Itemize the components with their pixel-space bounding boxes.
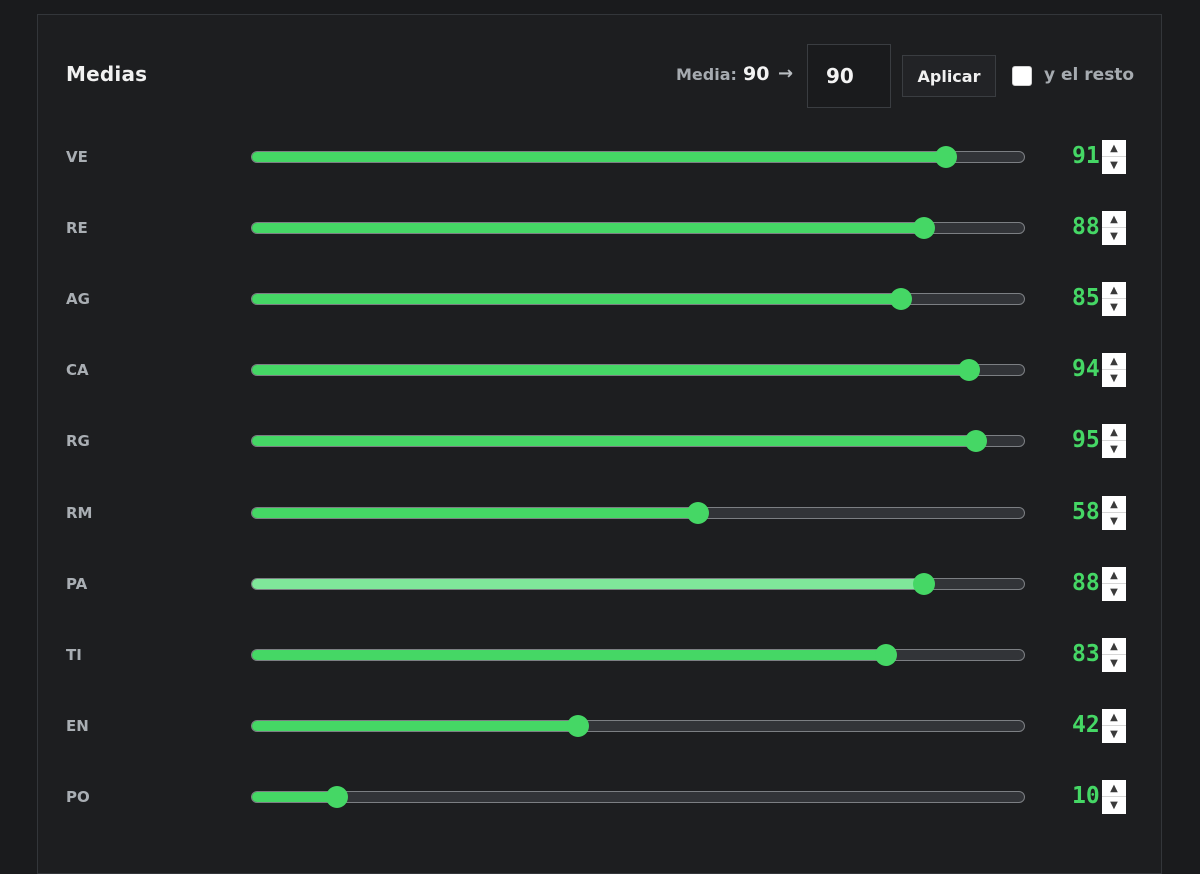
chevron-down-icon[interactable]: ▼ bbox=[1102, 228, 1126, 245]
stat-value-spinner[interactable]: ▲ ▼ bbox=[1102, 353, 1126, 388]
stat-row-rg: RG 95 ▲ ▼ bbox=[0, 421, 1200, 461]
stat-slider-track[interactable] bbox=[251, 577, 1025, 590]
stat-slider-thumb[interactable] bbox=[687, 501, 710, 524]
stat-label: PA bbox=[66, 574, 88, 593]
stat-slider-fill bbox=[252, 791, 330, 802]
chevron-down-icon[interactable]: ▼ bbox=[1102, 513, 1126, 530]
media-current-value: 90 bbox=[743, 63, 770, 85]
stat-slider-fill bbox=[252, 507, 700, 518]
stat-slider-fill bbox=[252, 365, 978, 376]
stat-slider-track[interactable] bbox=[251, 648, 1025, 661]
stat-slider-track[interactable] bbox=[251, 435, 1025, 448]
chevron-up-icon[interactable]: ▲ bbox=[1102, 424, 1126, 442]
stat-value-spinner[interactable]: ▲ ▼ bbox=[1102, 211, 1126, 246]
chevron-down-icon[interactable]: ▼ bbox=[1102, 370, 1126, 387]
stat-value[interactable]: 88 bbox=[1072, 570, 1100, 596]
stat-slider-fill bbox=[252, 720, 577, 731]
stat-slider-track[interactable] bbox=[251, 364, 1025, 377]
stat-value[interactable]: 94 bbox=[1072, 356, 1100, 382]
chevron-down-icon[interactable]: ▼ bbox=[1102, 726, 1126, 743]
chevron-up-icon[interactable]: ▲ bbox=[1102, 638, 1126, 655]
stat-row-ca: CA 94 ▲ ▼ bbox=[0, 350, 1200, 390]
stat-value[interactable]: 10 bbox=[1072, 783, 1100, 809]
chevron-up-icon[interactable]: ▲ bbox=[1102, 567, 1126, 584]
stat-slider-fill bbox=[252, 152, 955, 162]
stat-slider-thumb[interactable] bbox=[935, 146, 958, 168]
stat-slider-thumb[interactable] bbox=[890, 288, 913, 311]
chevron-down-icon[interactable]: ▼ bbox=[1102, 441, 1126, 458]
stat-slider-thumb[interactable] bbox=[912, 217, 935, 240]
stat-value-spinner[interactable]: ▲ ▼ bbox=[1102, 495, 1126, 530]
chevron-down-icon[interactable]: ▼ bbox=[1102, 584, 1126, 601]
chevron-up-icon[interactable]: ▲ bbox=[1102, 709, 1126, 726]
stat-slider-fill bbox=[252, 436, 986, 447]
stat-slider-track[interactable] bbox=[251, 506, 1025, 519]
stat-slider-thumb[interactable] bbox=[965, 430, 988, 453]
stat-slider-track[interactable] bbox=[251, 222, 1025, 235]
media-target-input[interactable] bbox=[807, 44, 891, 108]
media-label: Media: bbox=[676, 65, 737, 84]
stat-slider-thumb[interactable] bbox=[912, 572, 935, 595]
stat-value[interactable]: 83 bbox=[1072, 641, 1100, 667]
stat-value-spinner[interactable]: ▲ ▼ bbox=[1102, 637, 1126, 672]
stat-slider-thumb[interactable] bbox=[875, 643, 898, 666]
stat-slider-fill bbox=[252, 649, 893, 660]
stat-label: EN bbox=[66, 716, 89, 735]
chevron-up-icon[interactable]: ▲ bbox=[1102, 140, 1126, 157]
stat-value[interactable]: 58 bbox=[1072, 499, 1100, 525]
chevron-down-icon[interactable]: ▼ bbox=[1102, 797, 1126, 814]
chevron-up-icon[interactable]: ▲ bbox=[1102, 211, 1126, 229]
rest-checkbox-label: y el resto bbox=[1044, 65, 1135, 85]
stat-label: RE bbox=[66, 219, 88, 238]
stat-value[interactable]: 42 bbox=[1072, 712, 1100, 738]
stat-slider-fill bbox=[252, 294, 909, 305]
chevron-down-icon[interactable]: ▼ bbox=[1102, 299, 1126, 316]
stat-slider-fill bbox=[252, 223, 932, 234]
rest-checkbox[interactable] bbox=[1012, 66, 1032, 86]
stat-label: VE bbox=[66, 148, 88, 166]
panel-title: Medias bbox=[66, 62, 148, 86]
stat-slider-fill bbox=[252, 578, 932, 589]
stat-row-ti: TI 83 ▲ ▼ bbox=[0, 635, 1200, 675]
stat-value-spinner[interactable]: ▲ ▼ bbox=[1102, 708, 1126, 743]
stat-value-spinner[interactable]: ▲ ▼ bbox=[1102, 424, 1126, 459]
stat-value[interactable]: 95 bbox=[1072, 427, 1100, 453]
stat-slider-track[interactable] bbox=[251, 719, 1025, 732]
stat-row-ag: AG 85 ▲ ▼ bbox=[0, 279, 1200, 319]
stat-label: RM bbox=[66, 503, 93, 522]
chevron-up-icon[interactable]: ▲ bbox=[1102, 353, 1126, 371]
stat-label: RG bbox=[66, 432, 90, 451]
stat-row-po: PO 10 ▲ ▼ bbox=[0, 777, 1200, 817]
stat-value-spinner[interactable]: ▲ ▼ bbox=[1102, 566, 1126, 601]
chevron-up-icon[interactable]: ▲ bbox=[1102, 780, 1126, 797]
arrow-right-icon: → bbox=[778, 63, 794, 84]
stat-slider-track[interactable] bbox=[251, 790, 1025, 803]
stat-slider-thumb[interactable] bbox=[957, 359, 980, 382]
stat-value-spinner[interactable]: ▲ ▼ bbox=[1102, 282, 1126, 317]
stat-value-spinner[interactable]: ▲ ▼ bbox=[1102, 779, 1126, 814]
stat-value[interactable]: 88 bbox=[1072, 214, 1100, 240]
stat-slider-track[interactable] bbox=[251, 151, 1025, 163]
stat-label: AG bbox=[66, 290, 90, 309]
stat-row-rm: RM 58 ▲ ▼ bbox=[0, 493, 1200, 533]
stat-slider-thumb[interactable] bbox=[326, 785, 349, 808]
stat-value[interactable]: 91 bbox=[1072, 143, 1100, 169]
stat-value[interactable]: 85 bbox=[1072, 285, 1100, 311]
stat-row-re: RE 88 ▲ ▼ bbox=[0, 208, 1200, 248]
stat-label: CA bbox=[66, 361, 89, 380]
stat-label: TI bbox=[66, 645, 82, 664]
stat-value-spinner[interactable]: ▲ ▼ bbox=[1102, 140, 1126, 174]
stat-label: PO bbox=[66, 787, 90, 806]
stat-row-pa: PA 88 ▲ ▼ bbox=[0, 564, 1200, 604]
stat-row-ve: VE 91 ▲ ▼ bbox=[0, 137, 1200, 177]
chevron-up-icon[interactable]: ▲ bbox=[1102, 282, 1126, 300]
apply-button[interactable]: Aplicar bbox=[902, 55, 996, 97]
stat-slider-thumb[interactable] bbox=[566, 714, 589, 737]
stat-row-en: EN 42 ▲ ▼ bbox=[0, 706, 1200, 746]
chevron-up-icon[interactable]: ▲ bbox=[1102, 496, 1126, 513]
chevron-down-icon[interactable]: ▼ bbox=[1102, 157, 1126, 174]
chevron-down-icon[interactable]: ▼ bbox=[1102, 655, 1126, 672]
